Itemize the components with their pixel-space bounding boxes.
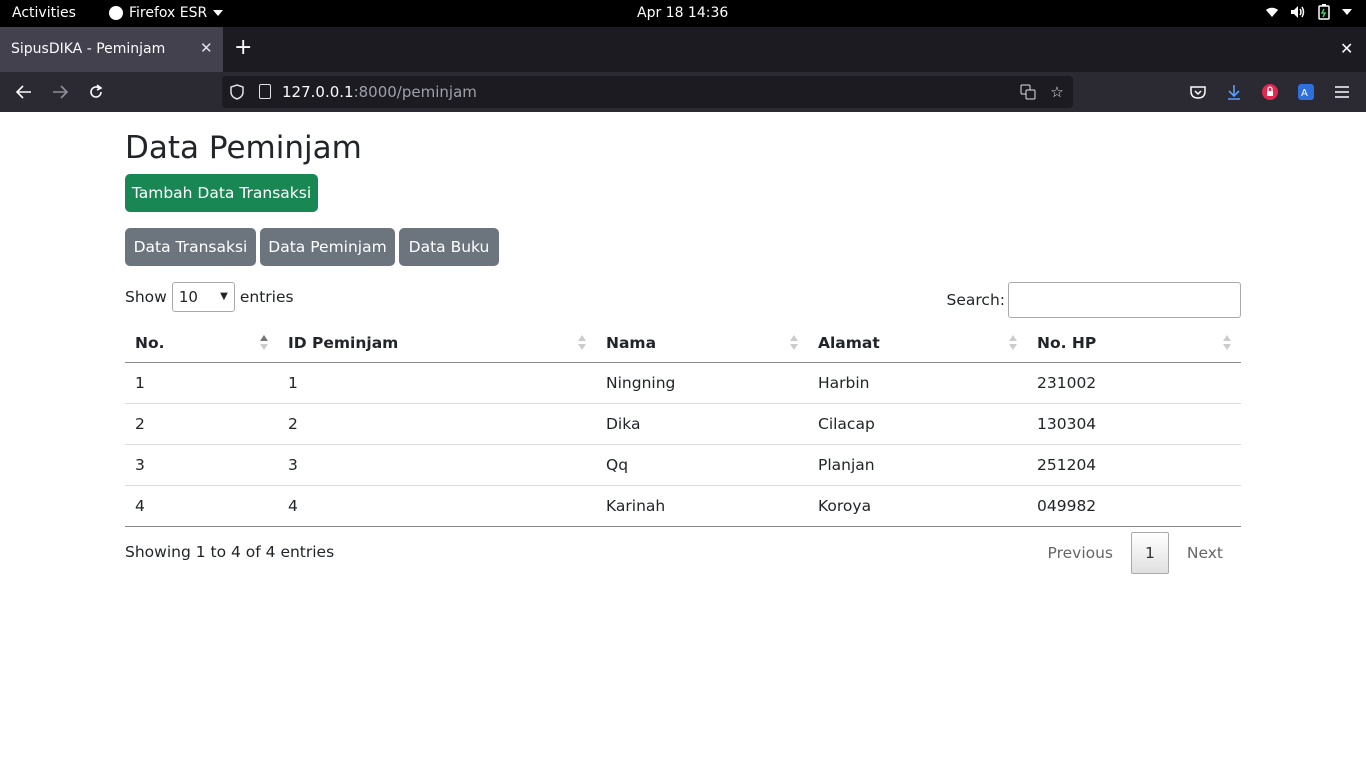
cell-alamat: Planjan [808, 443, 1027, 485]
cell-nama: Dika [596, 402, 808, 444]
table-row: 3 3 Qq Planjan 251204 [125, 443, 1241, 485]
url-text[interactable]: 127.0.0.1:8000/peminjam [282, 83, 477, 101]
translate-icon[interactable] [1018, 82, 1038, 102]
column-header-no[interactable]: No. [125, 324, 278, 363]
column-header-label: No. [135, 333, 165, 352]
page-title: Data Peminjam [125, 130, 362, 166]
system-menu-chevron-icon [1342, 9, 1352, 15]
cell-nama: Qq [596, 443, 808, 485]
table-search: Search: [947, 282, 1241, 318]
table-header-row: No. ID Peminjam Nama Alamat No. HP [125, 324, 1241, 363]
cell-id-peminjam: 4 [278, 484, 596, 527]
nav-data-transaksi-button[interactable]: Data Transaksi [125, 228, 256, 266]
extension-lock-icon[interactable] [1260, 82, 1280, 102]
cell-nama: Karinah [596, 484, 808, 527]
tab-strip: SipusDIKA - Peminjam ✕ + ✕ [0, 27, 1366, 72]
cell-no-hp: 231002 [1037, 373, 1097, 392]
entries-label: entries [239, 288, 294, 306]
page-info-icon[interactable] [259, 84, 271, 99]
chevron-down-icon [213, 10, 224, 16]
sort-icon [578, 335, 586, 351]
cell-id-peminjam: 2 [278, 402, 596, 444]
cell-no-hp: 251204 [1027, 443, 1241, 485]
cell-no: 1 [135, 373, 145, 392]
column-header-label: Nama [606, 333, 657, 352]
show-label: Show [125, 288, 167, 306]
cell-alamat: Cilacap [808, 402, 1027, 444]
wifi-icon [1264, 4, 1280, 20]
cell-no: 2 [125, 402, 278, 444]
column-header-alamat[interactable]: Alamat [808, 324, 1027, 363]
cell-no: 4 [125, 484, 278, 527]
nav-data-peminjam-button[interactable]: Data Peminjam [260, 228, 395, 266]
cell-id-peminjam: 3 [278, 443, 596, 485]
table-info: Showing 1 to 4 of 4 entries [125, 543, 335, 561]
cell-alamat: Koroya [808, 484, 1027, 527]
system-top-bar: Activities Firefox ESR Apr 18 14:36 [0, 0, 1366, 27]
peminjam-table: No. ID Peminjam Nama Alamat No. HP 1 1 N… [125, 324, 1241, 527]
close-window-icon[interactable]: ✕ [1340, 39, 1353, 58]
reload-button[interactable] [84, 80, 108, 104]
sort-icon [1009, 335, 1017, 351]
cell-alamat: Harbin [818, 373, 870, 392]
browser-tab-active[interactable]: SipusDIKA - Peminjam ✕ [0, 27, 223, 72]
chevron-down-icon: ▼ [220, 291, 228, 302]
table-row: 1 1 Ningning Harbin 231002 [125, 362, 1241, 403]
volume-icon [1290, 4, 1306, 20]
sort-icon [1223, 335, 1231, 351]
close-tab-icon[interactable]: ✕ [200, 39, 213, 57]
table-row: 2 2 Dika Cilacap 130304 [125, 402, 1241, 444]
pagination: Previous 1 Next [1030, 532, 1242, 574]
app-menu[interactable]: Firefox ESR [109, 5, 224, 21]
translate-extension-icon[interactable]: A [1296, 82, 1316, 102]
app-menu-label: Firefox ESR [129, 5, 208, 21]
address-bar[interactable]: 127.0.0.1:8000/peminjam ☆ [222, 76, 1073, 108]
tracking-protection-shield-icon[interactable] [230, 84, 244, 100]
column-header-no-hp[interactable]: No. HP [1027, 324, 1241, 363]
forward-button[interactable] [48, 80, 72, 104]
pagination-page-1-button[interactable]: 1 [1131, 532, 1169, 574]
sort-ascending-icon [260, 335, 268, 351]
activities-button[interactable]: Activities [12, 5, 76, 21]
back-button[interactable] [12, 80, 36, 104]
nav-data-buku-button[interactable]: Data Buku [399, 228, 499, 266]
entries-per-page-value: 10 [178, 288, 198, 306]
column-header-id-peminjam[interactable]: ID Peminjam [278, 324, 596, 363]
cell-no-hp: 130304 [1027, 402, 1241, 444]
url-host: 127.0.0.1 [282, 83, 354, 101]
pagination-next-button[interactable]: Next [1169, 532, 1241, 574]
search-input[interactable] [1008, 282, 1241, 318]
battery-icon [1316, 4, 1332, 20]
pocket-icon[interactable] [1188, 82, 1208, 102]
column-header-label: ID Peminjam [288, 333, 399, 352]
system-tray[interactable] [1264, 4, 1352, 20]
svg-text:A: A [1301, 88, 1308, 99]
column-header-label: Alamat [818, 333, 880, 352]
download-icon[interactable] [1224, 82, 1244, 102]
cell-no: 3 [125, 443, 278, 485]
add-transaction-button[interactable]: Tambah Data Transaksi [125, 174, 318, 212]
page-content: Data Peminjam Tambah Data Transaksi Data… [0, 112, 1366, 768]
entries-length-control: Show 10 ▼ entries [125, 282, 294, 312]
cell-id-peminjam: 1 [288, 373, 298, 392]
entries-per-page-select[interactable]: 10 ▼ [171, 282, 235, 312]
new-tab-button[interactable]: + [234, 37, 252, 59]
clock[interactable]: Apr 18 14:36 [637, 5, 728, 21]
hamburger-menu-icon[interactable] [1332, 82, 1352, 102]
firefox-icon [109, 6, 123, 20]
table-row: 4 4 Karinah Koroya 049982 [125, 484, 1241, 527]
search-label: Search: [946, 291, 1005, 309]
pagination-previous-button[interactable]: Previous [1030, 532, 1132, 574]
navigation-toolbar: 127.0.0.1:8000/peminjam ☆ A [0, 72, 1366, 112]
sort-icon [790, 335, 798, 351]
column-header-nama[interactable]: Nama [596, 324, 808, 363]
tab-title: SipusDIKA - Peminjam [11, 41, 166, 57]
cell-no-hp: 049982 [1027, 484, 1241, 527]
url-path: :8000/peminjam [353, 83, 477, 101]
column-header-label: No. HP [1037, 333, 1097, 352]
bookmark-star-icon[interactable]: ☆ [1047, 82, 1067, 102]
cell-nama: Ningning [606, 373, 676, 392]
